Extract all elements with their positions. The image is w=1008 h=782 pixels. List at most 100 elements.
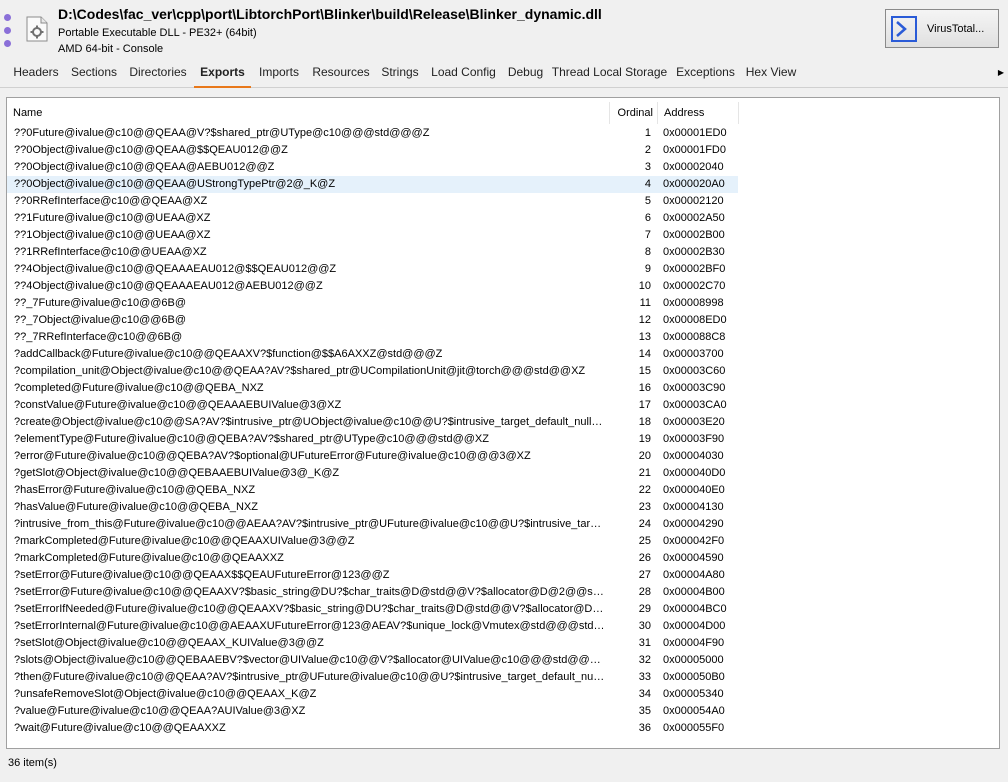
cell-ordinal: 30 — [638, 620, 651, 632]
cell-name: ?getSlot@Object@ivalue@c10@@QEBAAEBUIVal… — [14, 467, 340, 479]
cell-address: 0x00004B00 — [663, 586, 725, 598]
tab-imports[interactable]: Imports — [251, 58, 307, 88]
cell-address: 0x00008ED0 — [663, 314, 727, 326]
table-row[interactable]: ?unsafeRemoveSlot@Object@ivalue@c10@@QEA… — [7, 686, 999, 703]
table-row[interactable]: ??_7Object@ivalue@c10@@6B@ 12 0x00008ED0 — [7, 312, 999, 329]
table-row[interactable]: ??1RRefInterface@c10@@UEAA@XZ 8 0x00002B30 — [7, 244, 999, 261]
cell-address: 0x00002A50 — [663, 212, 725, 224]
table-row[interactable]: ?constValue@Future@ivalue@c10@@QEAAAEBUI… — [7, 397, 999, 414]
table-row[interactable]: ?setError@Future@ivalue@c10@@QEAAX$$QEAU… — [7, 567, 999, 584]
table-row[interactable]: ??1Future@ivalue@c10@@UEAA@XZ 6 0x00002A50 — [7, 210, 999, 227]
cell-address: 0x00002B00 — [663, 229, 725, 241]
drag-handle-dots[interactable] — [4, 14, 12, 53]
cell-address: 0x00002120 — [663, 195, 724, 207]
tab-exceptions[interactable]: Exceptions — [670, 58, 741, 88]
table-row[interactable]: ?then@Future@ivalue@c10@@QEAA?AV?$intrus… — [7, 669, 999, 686]
cell-ordinal: 6 — [644, 212, 651, 224]
cell-address: 0x00004130 — [663, 501, 724, 513]
cell-address: 0x00002C70 — [663, 280, 726, 292]
cell-name: ??1Future@ivalue@c10@@UEAA@XZ — [14, 212, 211, 224]
table-row[interactable]: ?setErrorInternal@Future@ivalue@c10@@AEA… — [7, 618, 999, 635]
cell-name: ??1Object@ivalue@c10@@UEAA@XZ — [14, 229, 211, 241]
tab-exports[interactable]: Exports — [194, 58, 251, 88]
column-header-address[interactable]: Address — [657, 102, 739, 124]
tab-directories[interactable]: Directories — [122, 58, 194, 88]
dot-icon — [4, 40, 11, 47]
table-row[interactable]: ??_7RRefInterface@c10@@6B@ 13 0x000088C8 — [7, 329, 999, 346]
virustotal-button[interactable]: VirusTotal... — [885, 9, 999, 48]
table-row[interactable]: ?getSlot@Object@ivalue@c10@@QEBAAEBUIVal… — [7, 465, 999, 482]
tab-debug[interactable]: Debug — [502, 58, 549, 88]
cell-name: ?create@Object@ivalue@c10@@SA?AV?$intrus… — [14, 416, 605, 428]
table-row[interactable]: ?setError@Future@ivalue@c10@@QEAAXV?$bas… — [7, 584, 999, 601]
table-row[interactable]: ?create@Object@ivalue@c10@@SA?AV?$intrus… — [7, 414, 999, 431]
cell-address: 0x00002B30 — [663, 246, 725, 258]
table-row[interactable]: ?completed@Future@ivalue@c10@@QEBA_NXZ 16… — [7, 380, 999, 397]
virustotal-logo-icon — [891, 15, 917, 42]
cell-name: ?setError@Future@ivalue@c10@@QEAAXV?$bas… — [14, 586, 605, 598]
table-row[interactable]: ??0Object@ivalue@c10@@QEAA@$$QEAU012@@Z 2… — [7, 142, 999, 159]
cell-name: ??_7Future@ivalue@c10@@6B@ — [14, 297, 187, 309]
cell-name: ??0Object@ivalue@c10@@QEAA@AEBU012@@Z — [14, 161, 275, 173]
table-row[interactable]: ?markCompleted@Future@ivalue@c10@@QEAAXU… — [7, 533, 999, 550]
table-row[interactable]: ??4Object@ivalue@c10@@QEAAAEAU012@AEBU01… — [7, 278, 999, 295]
table-row[interactable]: ?intrusive_from_this@Future@ivalue@c10@@… — [7, 516, 999, 533]
cell-address: 0x00004590 — [663, 552, 724, 564]
virustotal-label: VirusTotal... — [927, 22, 985, 35]
table-row[interactable]: ??_7Future@ivalue@c10@@6B@ 11 0x00008998 — [7, 295, 999, 312]
column-header-ordinal[interactable]: Ordinal — [609, 102, 657, 124]
tab-hex-view[interactable]: Hex View — [741, 58, 801, 88]
cell-name: ??4Object@ivalue@c10@@QEAAAEAU012@$$QEAU… — [14, 263, 337, 275]
cell-name: ??0RRefInterface@c10@@QEAA@XZ — [14, 195, 208, 207]
table-row[interactable]: ?slots@Object@ivalue@c10@@QEBAAEBV?$vect… — [7, 652, 999, 669]
cell-ordinal: 24 — [638, 518, 651, 530]
tab-strings[interactable]: Strings — [375, 58, 425, 88]
table-row[interactable]: ?compilation_unit@Object@ivalue@c10@@QEA… — [7, 363, 999, 380]
cell-address: 0x00003C60 — [663, 365, 726, 377]
table-row[interactable]: ?addCallback@Future@ivalue@c10@@QEAAXV?$… — [7, 346, 999, 363]
cell-ordinal: 10 — [638, 280, 651, 292]
status-item-count: 36 item(s) — [8, 757, 57, 769]
cell-ordinal: 2 — [644, 144, 651, 156]
cell-name: ??0Object@ivalue@c10@@QEAA@$$QEAU012@@Z — [14, 144, 288, 156]
table-row[interactable]: ?value@Future@ivalue@c10@@QEAA?AUIValue@… — [7, 703, 999, 720]
dot-icon — [4, 27, 11, 34]
cell-name: ??1RRefInterface@c10@@UEAA@XZ — [14, 246, 207, 258]
cell-address: 0x00004BC0 — [663, 603, 727, 615]
cell-ordinal: 34 — [638, 688, 651, 700]
table-row[interactable]: ??4Object@ivalue@c10@@QEAAAEAU012@$$QEAU… — [7, 261, 999, 278]
cell-address: 0x000054A0 — [663, 705, 725, 717]
tab-headers[interactable]: Headers — [6, 58, 66, 88]
table-row[interactable]: ??1Object@ivalue@c10@@UEAA@XZ 7 0x00002B00 — [7, 227, 999, 244]
cell-name: ??0Future@ivalue@c10@@QEAA@V?$shared_ptr… — [14, 127, 430, 139]
table-row[interactable]: ?markCompleted@Future@ivalue@c10@@QEAAXX… — [7, 550, 999, 567]
tab-load-config[interactable]: Load Config — [425, 58, 502, 88]
table-row[interactable]: ?hasError@Future@ivalue@c10@@QEBA_NXZ 22 0… — [7, 482, 999, 499]
table-row[interactable]: ?hasValue@Future@ivalue@c10@@QEBA_NXZ 23 0… — [7, 499, 999, 516]
tab-thread-local-storage[interactable]: Thread Local Storage — [549, 58, 670, 88]
cell-address: 0x00004A80 — [663, 569, 725, 581]
cell-name: ?markCompleted@Future@ivalue@c10@@QEAAXX… — [14, 552, 284, 564]
table-row[interactable]: ??0RRefInterface@c10@@QEAA@XZ 5 0x00002120 — [7, 193, 999, 210]
table-row[interactable]: ?elementType@Future@ivalue@c10@@QEBA?AV?… — [7, 431, 999, 448]
cell-name: ??_7Object@ivalue@c10@@6B@ — [14, 314, 187, 326]
table-row[interactable]: ?wait@Future@ivalue@c10@@QEAAXXZ 36 0x0000… — [7, 720, 999, 737]
column-header-name[interactable]: Name — [13, 102, 609, 124]
table-row[interactable]: ??0Object@ivalue@c10@@QEAA@AEBU012@@Z 3 0x… — [7, 159, 999, 176]
table-row[interactable]: ?setErrorIfNeeded@Future@ivalue@c10@@QEA… — [7, 601, 999, 618]
cell-ordinal: 31 — [638, 637, 651, 649]
cell-ordinal: 16 — [638, 382, 651, 394]
cell-ordinal: 35 — [638, 705, 651, 717]
table-row[interactable]: ??0Object@ivalue@c10@@QEAA@UStrongTypePt… — [7, 176, 999, 193]
table-row[interactable]: ??0Future@ivalue@c10@@QEAA@V?$shared_ptr… — [7, 125, 999, 142]
dll-file-icon — [26, 16, 48, 42]
cell-ordinal: 29 — [638, 603, 651, 615]
tab-resources[interactable]: Resources — [307, 58, 375, 88]
table-row[interactable]: ?setSlot@Object@ivalue@c10@@QEAAX_KUIVal… — [7, 635, 999, 652]
tab-sections[interactable]: Sections — [66, 58, 122, 88]
cell-address: 0x00003E20 — [663, 416, 725, 428]
cell-address: 0x00008998 — [663, 297, 724, 309]
tab-scroll-right-icon[interactable]: ▶ — [998, 68, 1004, 77]
cell-address: 0x00004030 — [663, 450, 724, 462]
table-row[interactable]: ?error@Future@ivalue@c10@@QEBA?AV?$optio… — [7, 448, 999, 465]
